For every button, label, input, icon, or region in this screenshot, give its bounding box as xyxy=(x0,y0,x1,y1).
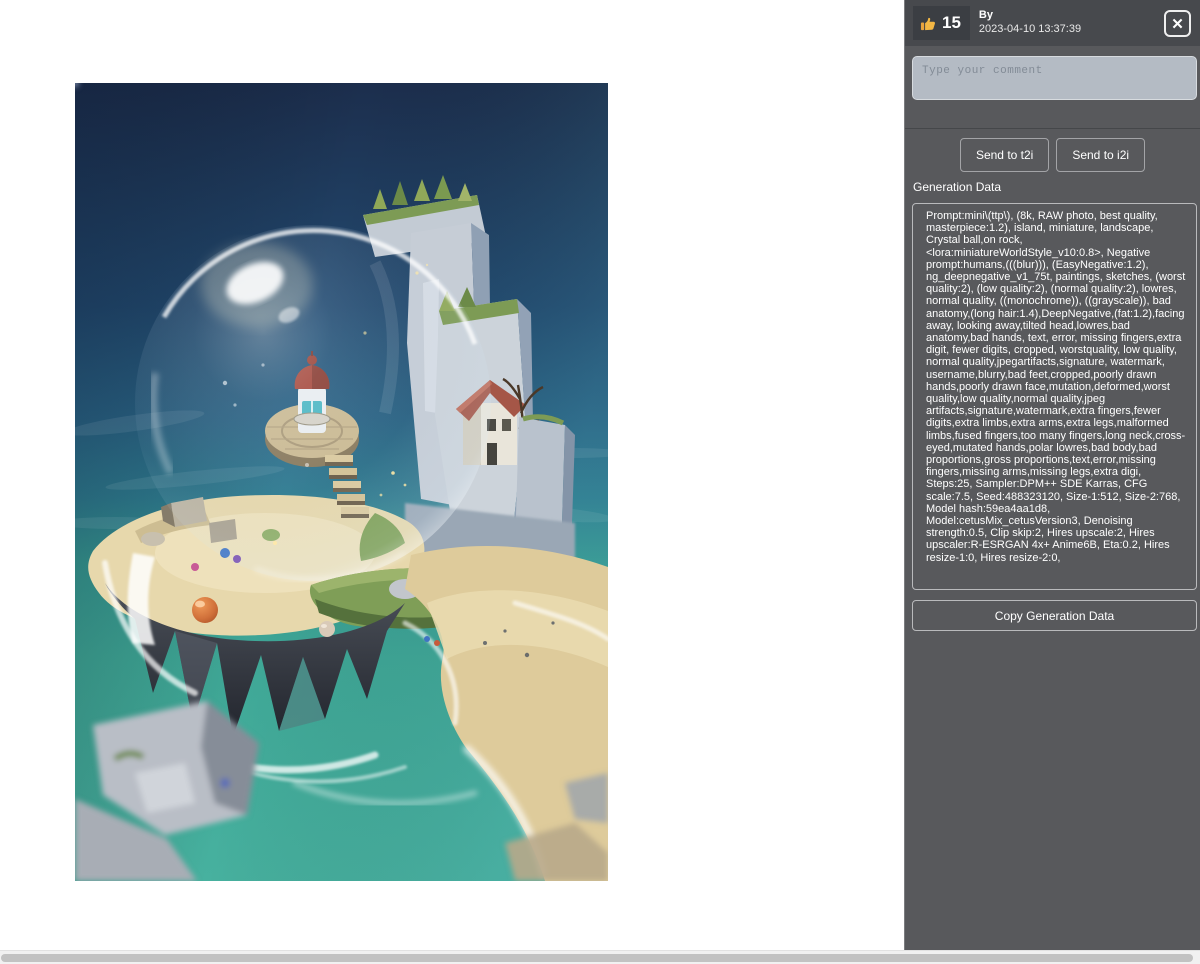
divider xyxy=(905,128,1200,129)
close-button[interactable]: ✕ xyxy=(1164,10,1191,37)
horizontal-scrollbar-track[interactable] xyxy=(0,950,1200,964)
copy-generation-data-button[interactable]: Copy Generation Data xyxy=(912,600,1197,631)
main-area xyxy=(0,0,904,950)
detail-panel: 15 By 2023-04-10 13:37:39 ✕ Send to t2i … xyxy=(904,0,1200,950)
like-badge[interactable]: 15 xyxy=(913,6,970,40)
comment-input[interactable] xyxy=(912,56,1197,100)
generation-data-text[interactable]: Prompt:mini\(ttp\), (8k, RAW photo, best… xyxy=(912,203,1197,590)
thumbs-up-icon xyxy=(920,17,935,30)
byline: By 2023-04-10 13:37:39 xyxy=(979,9,1081,37)
generated-image xyxy=(75,83,608,881)
generation-data-label: Generation Data xyxy=(913,180,1002,194)
horizontal-scrollbar-thumb[interactable] xyxy=(1,954,1193,962)
send-to-i2i-button[interactable]: Send to i2i xyxy=(1056,138,1146,172)
screen: 15 By 2023-04-10 13:37:39 ✕ Send to t2i … xyxy=(0,0,1200,964)
send-to-t2i-button[interactable]: Send to t2i xyxy=(959,138,1050,172)
crystal-ball xyxy=(135,225,491,582)
panel-header: 15 By 2023-04-10 13:37:39 ✕ xyxy=(905,0,1200,46)
timestamp: 2023-04-10 13:37:39 xyxy=(978,23,1082,35)
close-icon: ✕ xyxy=(1171,15,1184,33)
actions-row: Send to t2i Send to i2i xyxy=(905,138,1200,172)
orange-ball xyxy=(192,597,218,623)
by-label: By xyxy=(978,9,993,22)
like-count: 15 xyxy=(942,13,961,32)
